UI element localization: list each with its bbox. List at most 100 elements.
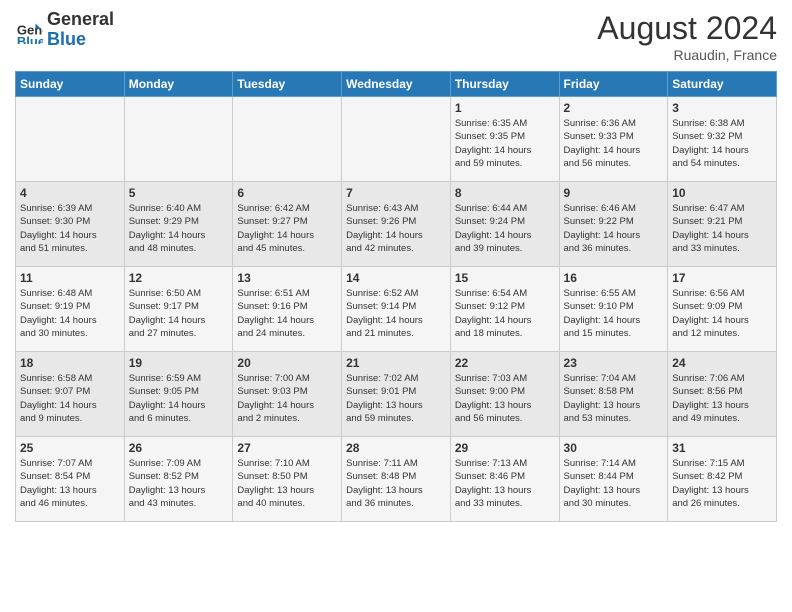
- day-info: Sunrise: 6:38 AM Sunset: 9:32 PM Dayligh…: [672, 117, 772, 170]
- calendar-week-1: 1Sunrise: 6:35 AM Sunset: 9:35 PM Daylig…: [16, 97, 777, 182]
- day-info: Sunrise: 7:11 AM Sunset: 8:48 PM Dayligh…: [346, 457, 446, 510]
- calendar-cell: 31Sunrise: 7:15 AM Sunset: 8:42 PM Dayli…: [668, 437, 777, 522]
- calendar-cell: 14Sunrise: 6:52 AM Sunset: 9:14 PM Dayli…: [342, 267, 451, 352]
- day-number: 11: [20, 271, 120, 285]
- day-info: Sunrise: 6:43 AM Sunset: 9:26 PM Dayligh…: [346, 202, 446, 255]
- day-number: 30: [564, 441, 664, 455]
- day-number: 29: [455, 441, 555, 455]
- calendar-cell: 22Sunrise: 7:03 AM Sunset: 9:00 PM Dayli…: [450, 352, 559, 437]
- day-number: 20: [237, 356, 337, 370]
- calendar-cell: 11 Sunrise: 6:48 AM Sunset: 9:19 PM Dayli…: [16, 267, 125, 352]
- day-info: Sunrise: 7:13 AM Sunset: 8:46 PM Dayligh…: [455, 457, 555, 510]
- day-info: Sunrise: 6:48 AM Sunset: 9:19 PM Dayligh…: [20, 287, 120, 340]
- calendar-table: SundayMondayTuesdayWednesdayThursdayFrid…: [15, 71, 777, 522]
- day-number: 23: [564, 356, 664, 370]
- day-info: Sunrise: 7:14 AM Sunset: 8:44 PM Dayligh…: [564, 457, 664, 510]
- calendar-cell: 20 Sunrise: 7:00 AM Sunset: 9:03 PM Dayli…: [233, 352, 342, 437]
- page-header: General Blue GeneralBlue August 2024 Rua…: [15, 10, 777, 63]
- calendar-week-5: 25 Sunrise: 7:07 AM Sunset: 8:54 PM Dayli…: [16, 437, 777, 522]
- calendar-cell: 2Sunrise: 6:36 AM Sunset: 9:33 PM Daylig…: [559, 97, 668, 182]
- month-year-title: August 2024: [597, 10, 777, 47]
- calendar-cell: [342, 97, 451, 182]
- calendar-cell: 5 Sunrise: 6:40 AM Sunset: 9:29 PM Daylig…: [124, 182, 233, 267]
- weekday-header-sunday: Sunday: [16, 72, 125, 97]
- calendar-cell: [16, 97, 125, 182]
- calendar-body: 1Sunrise: 6:35 AM Sunset: 9:35 PM Daylig…: [16, 97, 777, 522]
- weekday-header-tuesday: Tuesday: [233, 72, 342, 97]
- day-number: 9: [564, 186, 664, 200]
- calendar-cell: 3 Sunrise: 6:38 AM Sunset: 9:32 PM Daylig…: [668, 97, 777, 182]
- calendar-cell: 23 Sunrise: 7:04 AM Sunset: 8:58 PM Dayli…: [559, 352, 668, 437]
- calendar-cell: 24 Sunrise: 7:06 AM Sunset: 8:56 PM Dayli…: [668, 352, 777, 437]
- day-number: 25: [20, 441, 120, 455]
- location-subtitle: Ruaudin, France: [597, 47, 777, 63]
- calendar-cell: 4Sunrise: 6:39 AM Sunset: 9:30 PM Daylig…: [16, 182, 125, 267]
- title-area: August 2024 Ruaudin, France: [597, 10, 777, 63]
- weekday-header-thursday: Thursday: [450, 72, 559, 97]
- calendar-cell: 25 Sunrise: 7:07 AM Sunset: 8:54 PM Dayli…: [16, 437, 125, 522]
- calendar-cell: 16Sunrise: 6:55 AM Sunset: 9:10 PM Dayli…: [559, 267, 668, 352]
- day-info: Sunrise: 6:59 AM Sunset: 9:05 PM Dayligh…: [129, 372, 229, 425]
- calendar-cell: 27 Sunrise: 7:10 AM Sunset: 8:50 PM Dayli…: [233, 437, 342, 522]
- day-info: Sunrise: 6:40 AM Sunset: 9:29 PM Dayligh…: [129, 202, 229, 255]
- day-info: Sunrise: 7:04 AM Sunset: 8:58 PM Dayligh…: [564, 372, 664, 425]
- day-number: 3: [672, 101, 772, 115]
- calendar-cell: 30 Sunrise: 7:14 AM Sunset: 8:44 PM Dayli…: [559, 437, 668, 522]
- logo-text: GeneralBlue: [47, 10, 114, 50]
- weekday-header-friday: Friday: [559, 72, 668, 97]
- calendar-cell: 15Sunrise: 6:54 AM Sunset: 9:12 PM Dayli…: [450, 267, 559, 352]
- day-info: Sunrise: 7:00 AM Sunset: 9:03 PM Dayligh…: [237, 372, 337, 425]
- day-info: Sunrise: 6:56 AM Sunset: 9:09 PM Dayligh…: [672, 287, 772, 340]
- day-number: 19: [129, 356, 229, 370]
- day-number: 6: [237, 186, 337, 200]
- day-number: 8: [455, 186, 555, 200]
- day-number: 5: [129, 186, 229, 200]
- day-number: 12: [129, 271, 229, 285]
- calendar-cell: 19 Sunrise: 6:59 AM Sunset: 9:05 PM Dayli…: [124, 352, 233, 437]
- day-info: Sunrise: 7:06 AM Sunset: 8:56 PM Dayligh…: [672, 372, 772, 425]
- day-number: 14: [346, 271, 446, 285]
- day-info: Sunrise: 6:51 AM Sunset: 9:16 PM Dayligh…: [237, 287, 337, 340]
- calendar-cell: 12 Sunrise: 6:50 AM Sunset: 9:17 PM Dayli…: [124, 267, 233, 352]
- day-number: 26: [129, 441, 229, 455]
- day-info: Sunrise: 6:54 AM Sunset: 9:12 PM Dayligh…: [455, 287, 555, 340]
- calendar-cell: 8 Sunrise: 6:44 AM Sunset: 9:24 PM Daylig…: [450, 182, 559, 267]
- day-info: Sunrise: 6:47 AM Sunset: 9:21 PM Dayligh…: [672, 202, 772, 255]
- calendar-cell: 18 Sunrise: 6:58 AM Sunset: 9:07 PM Dayli…: [16, 352, 125, 437]
- day-info: Sunrise: 6:58 AM Sunset: 9:07 PM Dayligh…: [20, 372, 120, 425]
- day-info: Sunrise: 6:46 AM Sunset: 9:22 PM Dayligh…: [564, 202, 664, 255]
- day-info: Sunrise: 7:15 AM Sunset: 8:42 PM Dayligh…: [672, 457, 772, 510]
- day-info: Sunrise: 7:02 AM Sunset: 9:01 PM Dayligh…: [346, 372, 446, 425]
- day-info: Sunrise: 6:50 AM Sunset: 9:17 PM Dayligh…: [129, 287, 229, 340]
- calendar-cell: 10 Sunrise: 6:47 AM Sunset: 9:21 PM Dayli…: [668, 182, 777, 267]
- calendar-week-3: 11 Sunrise: 6:48 AM Sunset: 9:19 PM Dayli…: [16, 267, 777, 352]
- day-info: Sunrise: 7:09 AM Sunset: 8:52 PM Dayligh…: [129, 457, 229, 510]
- day-info: Sunrise: 6:36 AM Sunset: 9:33 PM Dayligh…: [564, 117, 664, 170]
- calendar-cell: 9 Sunrise: 6:46 AM Sunset: 9:22 PM Daylig…: [559, 182, 668, 267]
- calendar-cell: 21 Sunrise: 7:02 AM Sunset: 9:01 PM Dayli…: [342, 352, 451, 437]
- weekday-header-row: SundayMondayTuesdayWednesdayThursdayFrid…: [16, 72, 777, 97]
- day-info: Sunrise: 7:10 AM Sunset: 8:50 PM Dayligh…: [237, 457, 337, 510]
- calendar-cell: 6Sunrise: 6:42 AM Sunset: 9:27 PM Daylig…: [233, 182, 342, 267]
- day-number: 4: [20, 186, 120, 200]
- logo-icon: General Blue: [15, 16, 43, 44]
- day-info: Sunrise: 6:44 AM Sunset: 9:24 PM Dayligh…: [455, 202, 555, 255]
- day-number: 1: [455, 101, 555, 115]
- svg-text:Blue: Blue: [17, 34, 43, 44]
- calendar-cell: 29 Sunrise: 7:13 AM Sunset: 8:46 PM Dayli…: [450, 437, 559, 522]
- weekday-header-saturday: Saturday: [668, 72, 777, 97]
- calendar-week-4: 18 Sunrise: 6:58 AM Sunset: 9:07 PM Dayli…: [16, 352, 777, 437]
- calendar-cell: [124, 97, 233, 182]
- day-number: 18: [20, 356, 120, 370]
- day-info: Sunrise: 7:07 AM Sunset: 8:54 PM Dayligh…: [20, 457, 120, 510]
- calendar-cell: 1Sunrise: 6:35 AM Sunset: 9:35 PM Daylig…: [450, 97, 559, 182]
- day-number: 21: [346, 356, 446, 370]
- day-number: 27: [237, 441, 337, 455]
- calendar-cell: 28Sunrise: 7:11 AM Sunset: 8:48 PM Dayli…: [342, 437, 451, 522]
- day-number: 13: [237, 271, 337, 285]
- weekday-header-wednesday: Wednesday: [342, 72, 451, 97]
- day-number: 10: [672, 186, 772, 200]
- day-number: 16: [564, 271, 664, 285]
- day-number: 24: [672, 356, 772, 370]
- day-number: 22: [455, 356, 555, 370]
